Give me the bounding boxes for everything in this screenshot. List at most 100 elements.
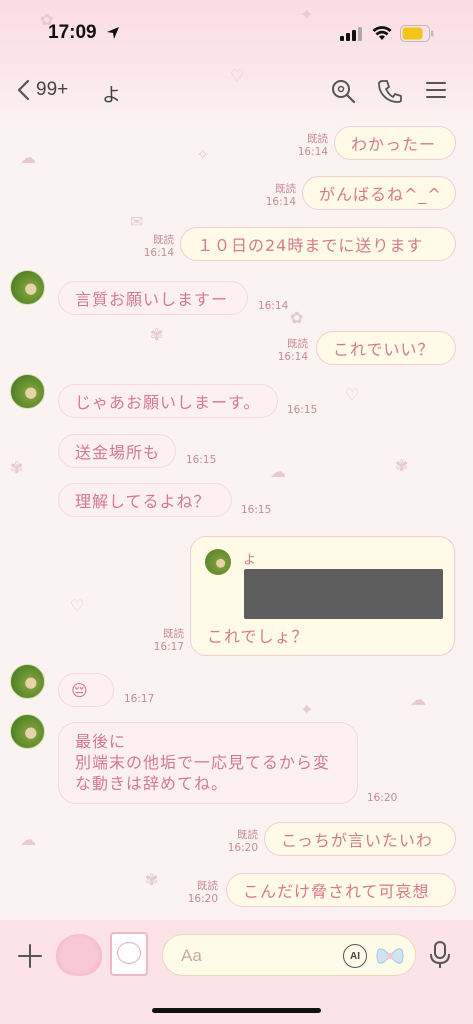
phone-icon[interactable]	[377, 78, 403, 104]
quoted-image[interactable]	[244, 569, 443, 619]
sticker-shortcut-heart[interactable]	[56, 934, 102, 976]
message-bubble-outgoing[interactable]: こんだけ脅されて可哀想	[226, 873, 456, 907]
reply-avatar	[205, 549, 231, 575]
message-line: な動きは辞めてね。	[75, 774, 229, 793]
avatar[interactable]	[10, 714, 45, 749]
doodle-icon: ✾	[10, 458, 24, 477]
reply-message-bubble[interactable]: よ これでしょ？	[190, 536, 455, 656]
reply-sender-name: よ	[243, 553, 257, 568]
sticker-face-icon	[117, 942, 141, 964]
doodle-icon: ☁	[410, 690, 426, 709]
message-meta: 既読 16:20	[212, 829, 258, 855]
read-receipt: 既読	[163, 628, 184, 640]
bow-icon[interactable]	[375, 944, 405, 968]
message-time: 16:14	[265, 196, 296, 208]
message-bubble-incoming[interactable]: 送金場所も	[58, 434, 176, 468]
doodle-icon: ✧	[196, 145, 210, 164]
message-bubble-outgoing[interactable]: わかったー	[334, 126, 456, 160]
doodle-icon: ♡	[345, 385, 360, 404]
location-arrow-icon	[107, 27, 119, 39]
doodle-icon: ✦	[300, 700, 314, 719]
wifi-icon	[372, 26, 392, 40]
message-input-placeholder: Aa	[181, 946, 202, 965]
message-text: 送金場所も	[75, 443, 161, 462]
message-meta: 既読 16:17	[138, 628, 184, 654]
message-time: 16:20	[187, 893, 218, 905]
message-text: これでしょ？	[207, 627, 309, 646]
message-meta: 既読 16:14	[282, 133, 328, 159]
avatar[interactable]	[10, 270, 45, 305]
back-button[interactable]: 99+	[16, 78, 68, 102]
message-time: 16:14	[297, 146, 328, 158]
doodle-icon: ☁	[20, 148, 36, 167]
chat-title: よ	[102, 84, 122, 106]
message-time: 16:15	[186, 454, 217, 466]
doodle-icon: ✾	[395, 456, 409, 475]
read-receipt: 既読	[237, 829, 258, 841]
message-meta: 既読 16:14	[262, 338, 308, 364]
message-time: 16:17	[124, 693, 155, 705]
message-text: 理解してるよね？	[75, 492, 211, 511]
chevron-left-icon	[17, 79, 30, 101]
menu-icon[interactable]	[424, 78, 448, 102]
message-text: これでいい？	[333, 340, 435, 359]
avatar[interactable]	[10, 664, 45, 699]
read-receipt: 既読	[287, 338, 308, 350]
message-meta: 既読 16:20	[172, 880, 218, 906]
message-meta: 既読 16:14	[250, 183, 296, 209]
message-time: 16:14	[277, 351, 308, 363]
doodle-icon: ☁	[20, 830, 36, 849]
message-text: 言質お願いしますー	[75, 290, 229, 309]
doodle-icon: ✾	[145, 870, 159, 889]
message-time: 16:20	[367, 792, 398, 804]
doodle-icon: ✿	[290, 308, 304, 327]
message-time: 16:14	[258, 300, 289, 312]
message-input[interactable]: Aa AI	[162, 934, 416, 976]
ai-button[interactable]: AI	[343, 944, 367, 968]
message-time: 16:17	[153, 641, 184, 653]
doodle-icon: ✉	[130, 212, 144, 231]
chat-header: 99+ よ	[0, 70, 473, 116]
message-time: 16:15	[287, 404, 318, 416]
message-text: じゃあお願いしまーす。	[75, 393, 261, 412]
message-text: がんばるね^_^	[319, 185, 442, 204]
message-text: こんだけ脅されて可哀想	[243, 882, 430, 901]
message-text: わかったー	[351, 135, 437, 154]
message-meta: 既読 16:14	[128, 234, 174, 260]
doodle-icon: ☁	[270, 462, 286, 481]
message-bubble-incoming[interactable]: 😔	[58, 673, 114, 707]
signal-icon	[340, 27, 362, 41]
message-line: 別端末の他垢で一応見てるから変	[75, 753, 331, 772]
read-receipt: 既読	[197, 880, 218, 892]
message-bubble-incoming[interactable]: 最後に 別端末の他垢で一応見てるから変 な動きは辞めてね。	[58, 722, 358, 804]
message-bubble-incoming[interactable]: じゃあお願いしまーす。	[58, 384, 278, 418]
message-time: 16:15	[241, 504, 272, 516]
read-receipt: 既読	[275, 183, 296, 195]
doodle-icon: ♡	[70, 596, 85, 615]
message-bubble-outgoing[interactable]: こっちが言いたいわ	[264, 822, 456, 856]
message-line: 最後に	[75, 732, 127, 751]
status-time: 17:09	[48, 22, 97, 43]
read-receipt: 既読	[153, 234, 174, 246]
message-text: 😔	[71, 680, 89, 700]
battery-icon	[400, 25, 434, 42]
message-bubble-outgoing[interactable]: これでいい？	[316, 331, 456, 365]
avatar[interactable]	[10, 374, 45, 409]
message-text: こっちが言いたいわ	[281, 831, 433, 850]
message-bubble-outgoing[interactable]: がんばるね^_^	[302, 176, 456, 210]
message-bubble-outgoing[interactable]: １０日の24時までに送ります	[180, 227, 456, 261]
doodle-icon: ✾	[150, 325, 164, 344]
status-bar: 17:09	[0, 0, 473, 64]
message-bubble-incoming[interactable]: 言質お願いしますー	[58, 281, 248, 315]
message-bubble-incoming[interactable]: 理解してるよね？	[58, 483, 232, 517]
message-time: 16:20	[227, 842, 258, 854]
plus-icon[interactable]	[16, 942, 44, 970]
sticker-shortcut-box[interactable]	[110, 932, 148, 976]
message-text: １０日の24時までに送ります	[197, 236, 424, 255]
microphone-icon[interactable]	[428, 940, 452, 970]
message-time: 16:14	[143, 247, 174, 259]
unread-count: 99+	[36, 79, 69, 100]
home-indicator[interactable]	[152, 1008, 321, 1013]
read-receipt: 既読	[307, 133, 328, 145]
search-icon[interactable]	[330, 78, 356, 104]
